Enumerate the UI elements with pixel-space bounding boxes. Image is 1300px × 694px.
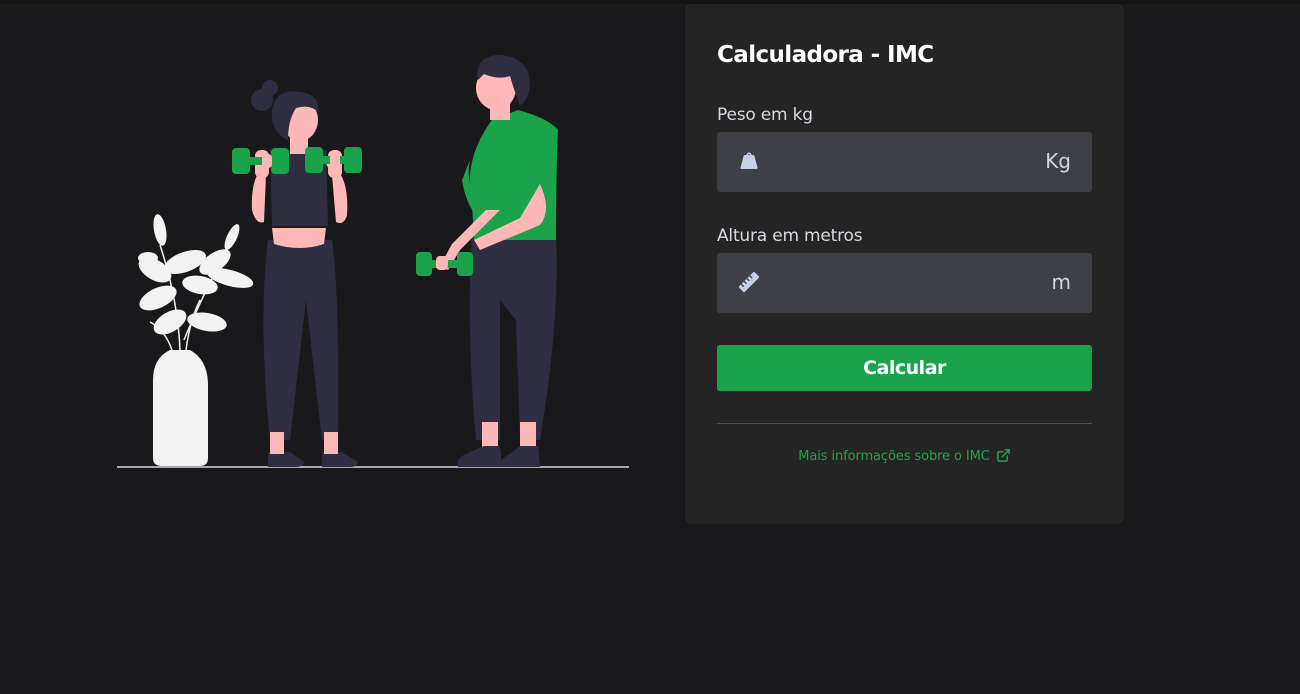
woman-figure — [232, 80, 362, 467]
ruler-icon — [737, 270, 761, 294]
height-unit: m — [1051, 270, 1071, 294]
man-figure — [416, 55, 558, 467]
weight-input[interactable] — [773, 142, 1027, 184]
height-field[interactable]: m — [717, 253, 1092, 313]
external-link-icon — [996, 449, 1010, 462]
more-info-link-label: Mais informações sobre o IMC — [798, 449, 990, 464]
weight-label: Peso em kg — [717, 105, 813, 125]
divider — [717, 423, 1092, 424]
bmi-calculator-card: Calculadora - IMC Peso em kg Kg Altura e… — [685, 4, 1124, 524]
plant — [138, 214, 254, 466]
weight-icon — [737, 149, 761, 173]
weight-field[interactable]: Kg — [717, 132, 1092, 192]
card-title: Calculadora - IMC — [717, 42, 934, 68]
weight-unit: Kg — [1045, 149, 1071, 173]
more-info-link[interactable]: Mais informações sobre o IMC — [717, 448, 1092, 464]
height-label: Altura em metros — [717, 226, 863, 246]
calculate-button[interactable]: Calcular — [717, 345, 1092, 391]
height-input[interactable] — [773, 263, 1027, 305]
fitness-illustration — [117, 55, 629, 468]
